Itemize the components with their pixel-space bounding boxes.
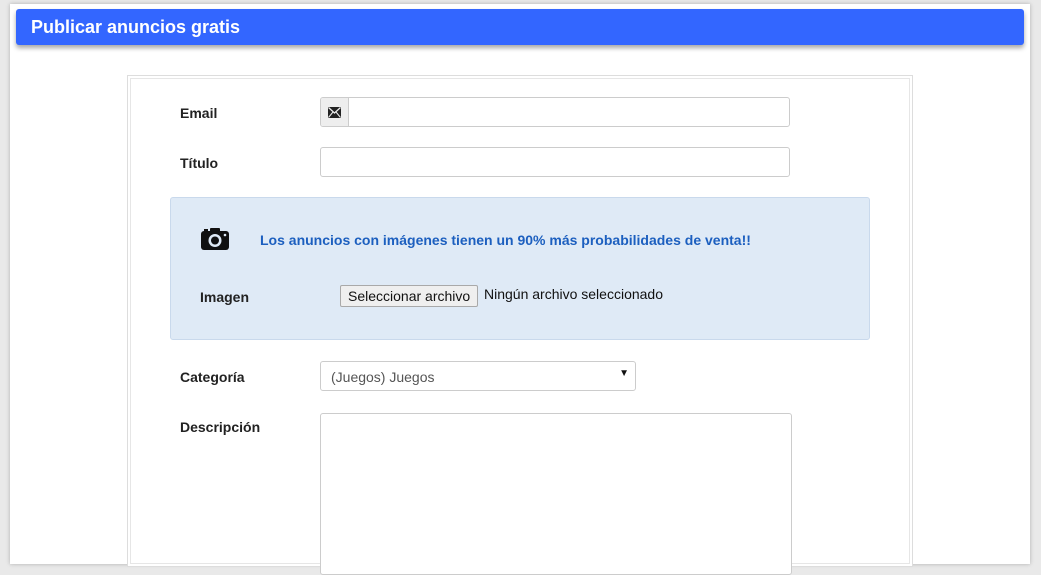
image-upload-box: Los anuncios con imágenes tienen un 90% … [170, 197, 870, 340]
imagen-label: Imagen [200, 289, 250, 305]
file-status-text: Ningún archivo seleccionado [484, 286, 663, 302]
image-promo-text: Los anuncios con imágenes tienen un 90% … [260, 232, 751, 248]
descripcion-label: Descripción [180, 419, 261, 435]
categoria-select[interactable]: (Juegos) Juegos ▼ [320, 361, 636, 391]
categoria-selected-value: (Juegos) Juegos [331, 369, 435, 385]
titulo-label: Título [180, 155, 219, 171]
envelope-icon [328, 106, 341, 118]
email-field[interactable] [349, 98, 789, 126]
select-file-button[interactable]: Seleccionar archivo [340, 285, 479, 307]
descripcion-textarea[interactable] [320, 413, 792, 575]
titulo-input[interactable] [320, 147, 790, 177]
header-bar: Publicar anuncios gratis [16, 9, 1024, 45]
page-title: Publicar anuncios gratis [31, 17, 241, 37]
email-addon [321, 98, 349, 126]
email-input-group [320, 97, 790, 127]
page-container: Publicar anuncios gratis Email Título Lo… [10, 4, 1030, 575]
ad-form-panel: Email Título Los anuncios con imágenes t… [127, 75, 913, 575]
email-label: Email [180, 105, 218, 121]
caret-down-icon: ▼ [619, 368, 629, 379]
camera-icon [201, 228, 229, 250]
categoria-label: Categoría [180, 369, 245, 385]
